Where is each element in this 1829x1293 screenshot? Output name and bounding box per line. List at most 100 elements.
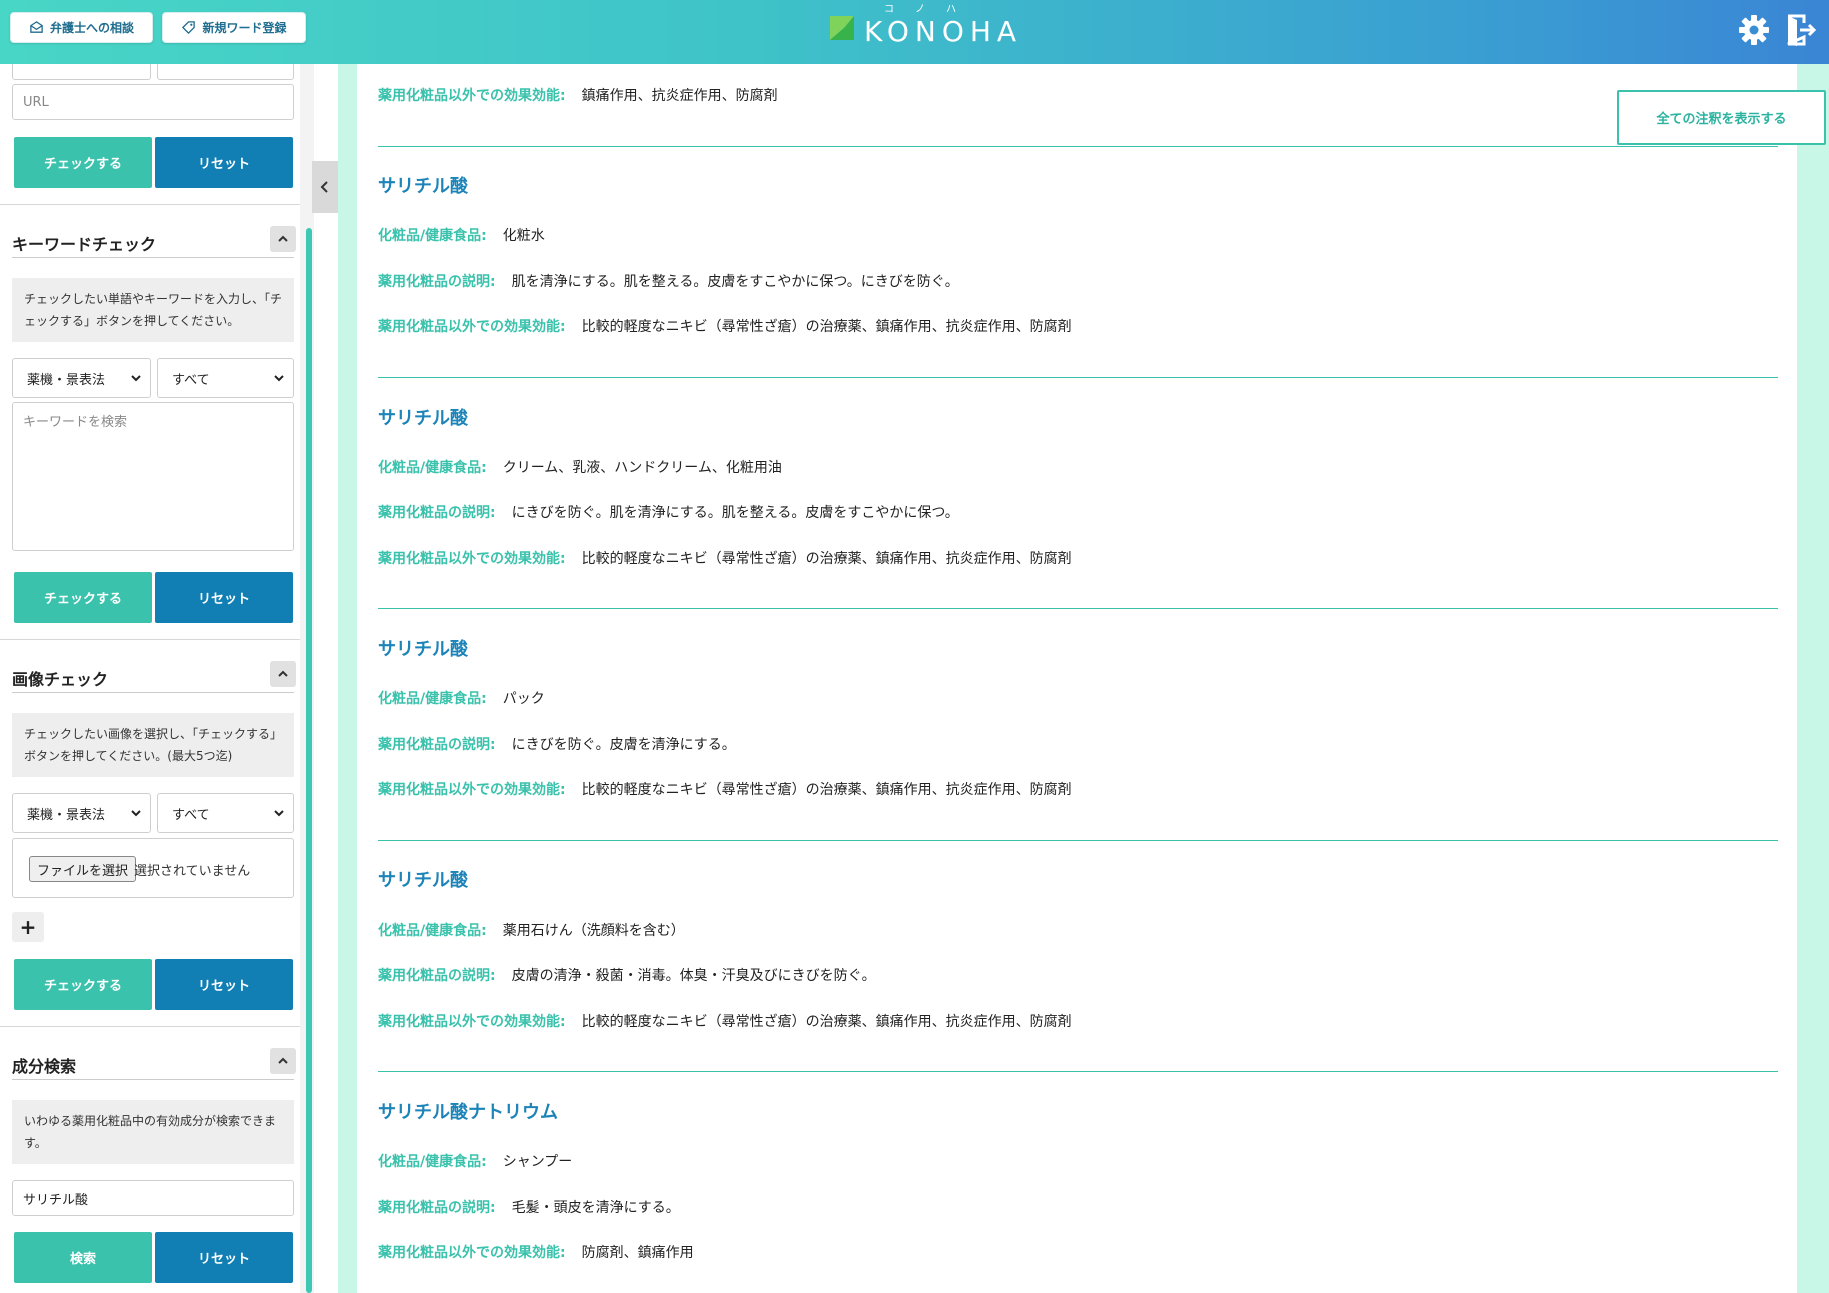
- chevron-up-icon: [278, 235, 288, 242]
- chevron-down-icon: [131, 810, 141, 817]
- section-divider: [0, 204, 300, 205]
- sidebar-toggle-button[interactable]: [312, 161, 338, 213]
- url-reset-button[interactable]: リセット: [155, 137, 293, 188]
- ingredient-reset-button[interactable]: リセット: [155, 1232, 293, 1283]
- file-status: 選択されていません: [134, 864, 251, 879]
- entry-product-row: 化粧品/健康食品: 化粧水: [378, 225, 545, 245]
- other-effect-label: 薬用化粧品以外での効果効能:: [378, 319, 566, 335]
- entry-divider: [378, 1071, 1778, 1072]
- other-effect-label: 薬用化粧品以外での効果効能:: [378, 782, 566, 798]
- other-effect-value: 比較的軽度なニキビ（尋常性ざ瘡）の治療薬、鎮痛作用、抗炎症作用、防腐剤: [581, 782, 1072, 798]
- image-collapse-button[interactable]: [270, 661, 296, 687]
- logo-ruby: コノハ: [884, 3, 977, 15]
- sidebar: URL チェックする リセット キーワードチェック チェックしたい単語やキーワー…: [0, 64, 300, 1293]
- description-label: 薬用化粧品の説明:: [378, 968, 496, 984]
- other-effect-value: 比較的軽度なニキビ（尋常性ざ瘡）の治療薬、鎮痛作用、抗炎症作用、防腐剤: [581, 551, 1072, 567]
- chevron-left-icon: [320, 181, 328, 193]
- product-label: 化粧品/健康食品:: [378, 923, 487, 939]
- sidebar-scrollbar[interactable]: [306, 228, 312, 1293]
- entry-title: サリチル酸: [378, 176, 468, 197]
- chevron-down-icon: [131, 375, 141, 382]
- keyword-reset-button[interactable]: リセット: [155, 572, 293, 623]
- ingredient-search-title: 成分検索: [12, 1057, 77, 1076]
- add-image-button[interactable]: +: [12, 912, 44, 942]
- image-check-title: 画像チェック: [12, 670, 109, 689]
- mail-icon: [30, 21, 43, 33]
- chevron-up-icon: [278, 670, 288, 677]
- description-label: 薬用化粧品の説明:: [378, 737, 496, 753]
- section-divider: [0, 1026, 300, 1027]
- entry-title: サリチル酸: [378, 408, 468, 429]
- consult-lawyer-button[interactable]: 弁護士への相談: [10, 12, 153, 43]
- entry-product-row: 化粧品/健康食品: クリーム、乳液、ハンドクリーム、化粧用油: [378, 457, 782, 477]
- image-check-button[interactable]: チェックする: [14, 959, 152, 1010]
- other-effect-label: 薬用化粧品以外での効果効能:: [378, 551, 566, 567]
- entry-divider: [378, 608, 1778, 609]
- keyword-scope-select[interactable]: すべて: [157, 358, 294, 398]
- image-note: チェックしたい画像を選択し、「チェックする」ボタンを押してください。(最大5つ迄…: [12, 713, 294, 777]
- image-scope-select[interactable]: すべて: [157, 793, 294, 833]
- section-underline: [12, 257, 294, 258]
- other-effect-value: 鎮痛作用、抗炎症作用、防腐剤: [581, 88, 778, 104]
- product-value: 化粧水: [502, 228, 545, 244]
- url-input[interactable]: URL: [12, 84, 294, 120]
- entry-description-row: 薬用化粧品の説明: 毛髪・頭皮を清浄にする。: [378, 1197, 680, 1217]
- description-label: 薬用化粧品の説明:: [378, 274, 496, 290]
- image-law-select[interactable]: 薬機・景表法: [12, 793, 151, 833]
- product-label: 化粧品/健康食品:: [378, 228, 487, 244]
- entry-divider: [378, 377, 1778, 378]
- keyword-check-title: キーワードチェック: [12, 235, 157, 254]
- keyword-textarea[interactable]: キーワードを検索: [12, 402, 294, 551]
- keyword-collapse-button[interactable]: [270, 226, 296, 252]
- entry-product-row: 化粧品/健康食品: シャンプー: [378, 1151, 572, 1171]
- other-effect-value: 比較的軽度なニキビ（尋常性ざ瘡）の治療薬、鎮痛作用、抗炎症作用、防腐剤: [581, 319, 1072, 335]
- chevron-up-icon: [278, 1057, 288, 1064]
- other-effect-value: 防腐剤、鎮痛作用: [581, 1245, 694, 1261]
- partial-input-right[interactable]: [157, 64, 294, 80]
- logout-icon[interactable]: [1784, 13, 1818, 47]
- entry-title: サリチル酸ナトリウム: [378, 1102, 558, 1123]
- keyword-check-button[interactable]: チェックする: [14, 572, 152, 623]
- ingredient-search-button[interactable]: 検索: [14, 1232, 152, 1283]
- entry-description-row: 薬用化粧品の説明: にきびを防ぐ。肌を清浄にする。肌を整える。皮膚をすこやかに保…: [378, 502, 959, 522]
- product-value: パック: [502, 691, 545, 707]
- results-panel: [357, 64, 1797, 1293]
- entry-title: サリチル酸: [378, 870, 468, 891]
- partial-input-left[interactable]: [12, 64, 151, 80]
- entry-description-row: 薬用化粧品の説明: 皮膚の清浄・殺菌・消毒。体臭・汗臭及びにきびを防ぐ。: [378, 965, 876, 985]
- keyword-law-select[interactable]: 薬機・景表法: [12, 358, 151, 398]
- other-effect-label: 薬用化粧品以外での効果効能:: [378, 1014, 566, 1030]
- keyword-scope-value: すべて: [172, 372, 210, 388]
- other-effect-value: 比較的軽度なニキビ（尋常性ざ瘡）の治療薬、鎮痛作用、抗炎症作用、防腐剤: [581, 1014, 1072, 1030]
- url-check-button[interactable]: チェックする: [14, 137, 152, 188]
- ingredient-input[interactable]: サリチル酸: [12, 1180, 294, 1216]
- leaf-logo-icon: [830, 16, 854, 40]
- section-underline: [12, 692, 294, 693]
- image-reset-button[interactable]: リセット: [155, 959, 293, 1010]
- entry-description-row: 薬用化粧品の説明: 肌を清浄にする。肌を整える。皮膚をすこやかに保つ。にきびを防…: [378, 271, 959, 291]
- entry-divider: [378, 840, 1778, 841]
- gear-icon[interactable]: [1738, 14, 1770, 46]
- entry-divider: [378, 146, 1778, 147]
- description-label: 薬用化粧品の説明:: [378, 505, 496, 521]
- entry-title: サリチル酸: [378, 639, 468, 660]
- description-label: 薬用化粧品の説明:: [378, 1200, 496, 1216]
- konoha-logo[interactable]: コノハ KONOHA: [826, 4, 1022, 48]
- section-divider: [0, 639, 300, 640]
- tag-icon: [182, 21, 196, 35]
- app-header: 弁護士への相談 新規ワード登録 コノハ KONOHA: [0, 0, 1829, 64]
- section-underline: [12, 1079, 294, 1080]
- show-all-annotations-button[interactable]: 全ての注釈を表示する: [1617, 90, 1826, 145]
- ingredient-collapse-button[interactable]: [270, 1048, 296, 1074]
- image-scope-value: すべて: [172, 807, 210, 823]
- description-value: 肌を清浄にする。肌を整える。皮膚をすこやかに保つ。にきびを防ぐ。: [511, 274, 959, 290]
- entry-other-effect-row: 薬用化粧品以外での効果効能: 防腐剤、鎮痛作用: [378, 1242, 694, 1262]
- top-partial-row: 薬用化粧品以外での効果効能: 鎮痛作用、抗炎症作用、防腐剤: [378, 85, 778, 105]
- entry-other-effect-row: 薬用化粧品以外での効果効能: 比較的軽度なニキビ（尋常性ざ瘡）の治療薬、鎮痛作用…: [378, 548, 1072, 568]
- image-law-value: 薬機・景表法: [27, 807, 106, 823]
- new-word-button[interactable]: 新規ワード登録: [162, 12, 306, 43]
- choose-file-button[interactable]: ファイルを選択: [29, 856, 137, 882]
- other-effect-label: 薬用化粧品以外での効果効能:: [378, 88, 566, 104]
- entry-description-row: 薬用化粧品の説明: にきびを防ぐ。皮膚を清浄にする。: [378, 734, 736, 754]
- keyword-note: チェックしたい単語やキーワードを入力し、「チェックする」ボタンを押してください。: [12, 278, 294, 342]
